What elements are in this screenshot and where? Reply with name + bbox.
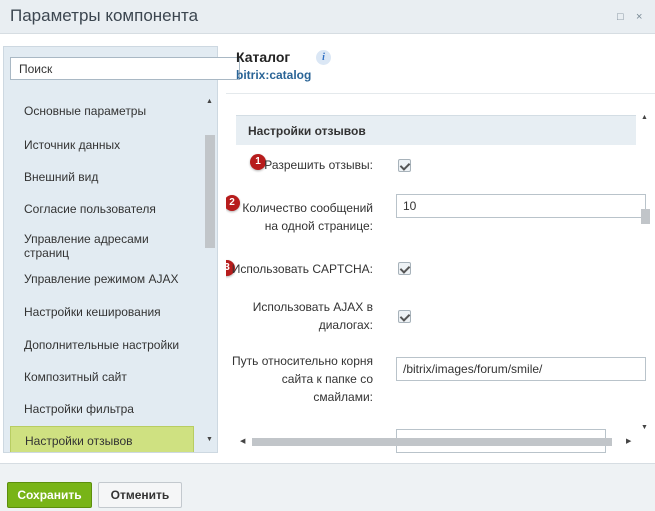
sidebar-item-ajax-mode[interactable]: Управление режимом AJAX <box>10 272 194 286</box>
horizontal-scrollbar[interactable]: ◀ ▶ <box>238 436 636 448</box>
label-line: Путь относительно корня <box>232 354 373 368</box>
messages-per-page-label: Количество сообщений на одной странице: <box>242 199 373 235</box>
allow-reviews-checkbox[interactable] <box>398 159 411 172</box>
scroll-thumb[interactable] <box>205 135 215 248</box>
scroll-right-arrow-icon[interactable]: ▶ <box>626 437 631 445</box>
properties-scrollbar[interactable]: ▲ ▼ <box>639 114 652 434</box>
use-ajax-dialogs-label: Использовать AJAX в диалогах: <box>253 298 373 334</box>
search-input[interactable] <box>10 57 240 80</box>
use-captcha-label: Использовать CAPTCHA: <box>231 262 373 276</box>
use-captcha-checkbox[interactable] <box>398 262 411 275</box>
sidebar-item-data-source[interactable]: Источник данных <box>10 138 194 152</box>
sidebar-item-additional[interactable]: Дополнительные настройки <box>10 338 194 352</box>
smiles-path-label: Путь относительно корня сайта к папке со… <box>232 352 373 406</box>
info-icon[interactable]: i <box>316 50 331 65</box>
messages-per-page-input[interactable] <box>396 194 646 218</box>
sidebar-item-reviews-settings[interactable]: Настройки отзывов <box>10 426 194 452</box>
save-button[interactable]: Сохранить <box>7 482 92 508</box>
component-code: bitrix:catalog <box>236 68 312 82</box>
sidebar: Основные параметры Источник данных Внешн… <box>3 46 240 453</box>
close-icon[interactable]: × <box>636 12 642 23</box>
scroll-up-arrow-icon[interactable]: ▲ <box>641 114 648 121</box>
use-ajax-dialogs-checkbox[interactable] <box>398 310 411 323</box>
step-badge: 2 <box>226 195 240 211</box>
scroll-thumb[interactable] <box>252 438 612 446</box>
properties-list: Настройки отзывов 1 Разрешить отзывы: 2 … <box>226 95 655 455</box>
label-line: смайлами: <box>313 390 373 404</box>
restore-icon[interactable]: □ <box>617 12 624 23</box>
dialog-footer: Сохранить Отменить <box>0 463 655 511</box>
label-line: Количество сообщений <box>242 201 373 215</box>
sidebar-item-caching[interactable]: Настройки кеширования <box>10 305 194 319</box>
dialog-titlebar: Параметры компонента □ × <box>0 0 655 34</box>
sidebar-item-appearance[interactable]: Внешний вид <box>10 170 194 184</box>
sidebar-item-url-management[interactable]: Управление адресами страниц <box>10 232 194 260</box>
component-name: Каталог <box>236 49 291 65</box>
label-line: Использовать AJAX в <box>252 300 373 314</box>
sidebar-item-composite-site[interactable]: Композитный сайт <box>10 370 194 384</box>
label-line: диалогах: <box>318 318 373 332</box>
scroll-up-arrow-icon[interactable]: ▲ <box>206 98 213 105</box>
dialog-body: Основные параметры Источник данных Внешн… <box>0 34 655 463</box>
dialog-title: Параметры компонента <box>10 6 199 25</box>
scroll-thumb[interactable] <box>641 209 650 224</box>
sidebar-item-basic-params[interactable]: Основные параметры <box>10 104 194 118</box>
section-title: Настройки отзывов <box>248 124 366 138</box>
sidebar-item-user-consent[interactable]: Согласие пользователя <box>10 202 194 216</box>
component-header: Каталог i bitrix:catalog <box>226 34 655 94</box>
sidebar-item-filter-settings[interactable]: Настройки фильтра <box>10 402 194 416</box>
cancel-button[interactable]: Отменить <box>98 482 182 508</box>
label-line: сайта к папке со <box>281 372 373 386</box>
smiles-path-input[interactable] <box>396 357 646 381</box>
scroll-down-arrow-icon[interactable]: ▼ <box>641 424 648 431</box>
sidebar-list: Основные параметры Источник данных Внешн… <box>4 92 218 452</box>
scroll-left-arrow-icon[interactable]: ◀ <box>240 437 245 445</box>
scroll-down-arrow-icon[interactable]: ▼ <box>206 436 213 443</box>
allow-reviews-label: Разрешить отзывы: <box>264 158 373 172</box>
section-header: Настройки отзывов <box>236 115 636 145</box>
sidebar-scrollbar[interactable]: ▲ ▼ <box>203 92 217 447</box>
properties-panel: Каталог i bitrix:catalog Настройки отзыв… <box>226 34 655 463</box>
label-line: на одной странице: <box>264 219 373 233</box>
